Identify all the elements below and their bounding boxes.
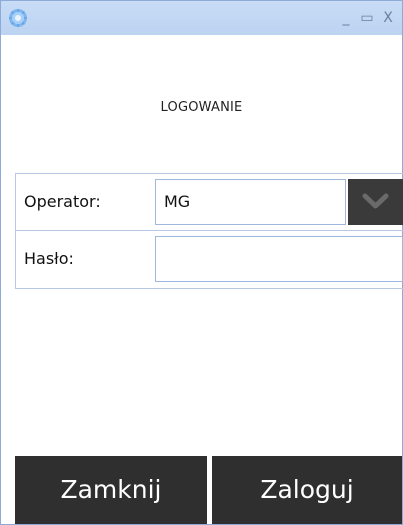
operator-dropdown-button[interactable] — [348, 179, 403, 225]
chevron-down-icon — [362, 193, 389, 209]
password-field[interactable] — [155, 236, 403, 282]
login-window: _ ▭ X LOGOWANIE Operator: MG Hasło: Zamk… — [0, 0, 403, 525]
operator-row: Operator: MG — [16, 174, 403, 231]
login-button[interactable]: Zaloguj — [212, 456, 402, 524]
login-form: Operator: MG Hasło: — [15, 173, 403, 289]
minimize-button[interactable]: _ — [339, 11, 353, 25]
flower-logo-icon — [9, 9, 27, 27]
maximize-button[interactable]: ▭ — [360, 11, 374, 25]
password-row: Hasło: — [16, 231, 403, 287]
window-titlebar[interactable]: _ ▭ X — [1, 1, 402, 35]
footer-buttons: Zamknij Zaloguj — [1, 456, 402, 524]
close-window-button[interactable]: X — [381, 11, 395, 25]
screen-title: LOGOWANIE — [160, 100, 243, 115]
operator-label: Operator: — [24, 192, 101, 211]
password-label: Hasło: — [24, 249, 74, 268]
close-button[interactable]: Zamknij — [15, 456, 207, 524]
operator-field[interactable]: MG — [155, 179, 346, 225]
